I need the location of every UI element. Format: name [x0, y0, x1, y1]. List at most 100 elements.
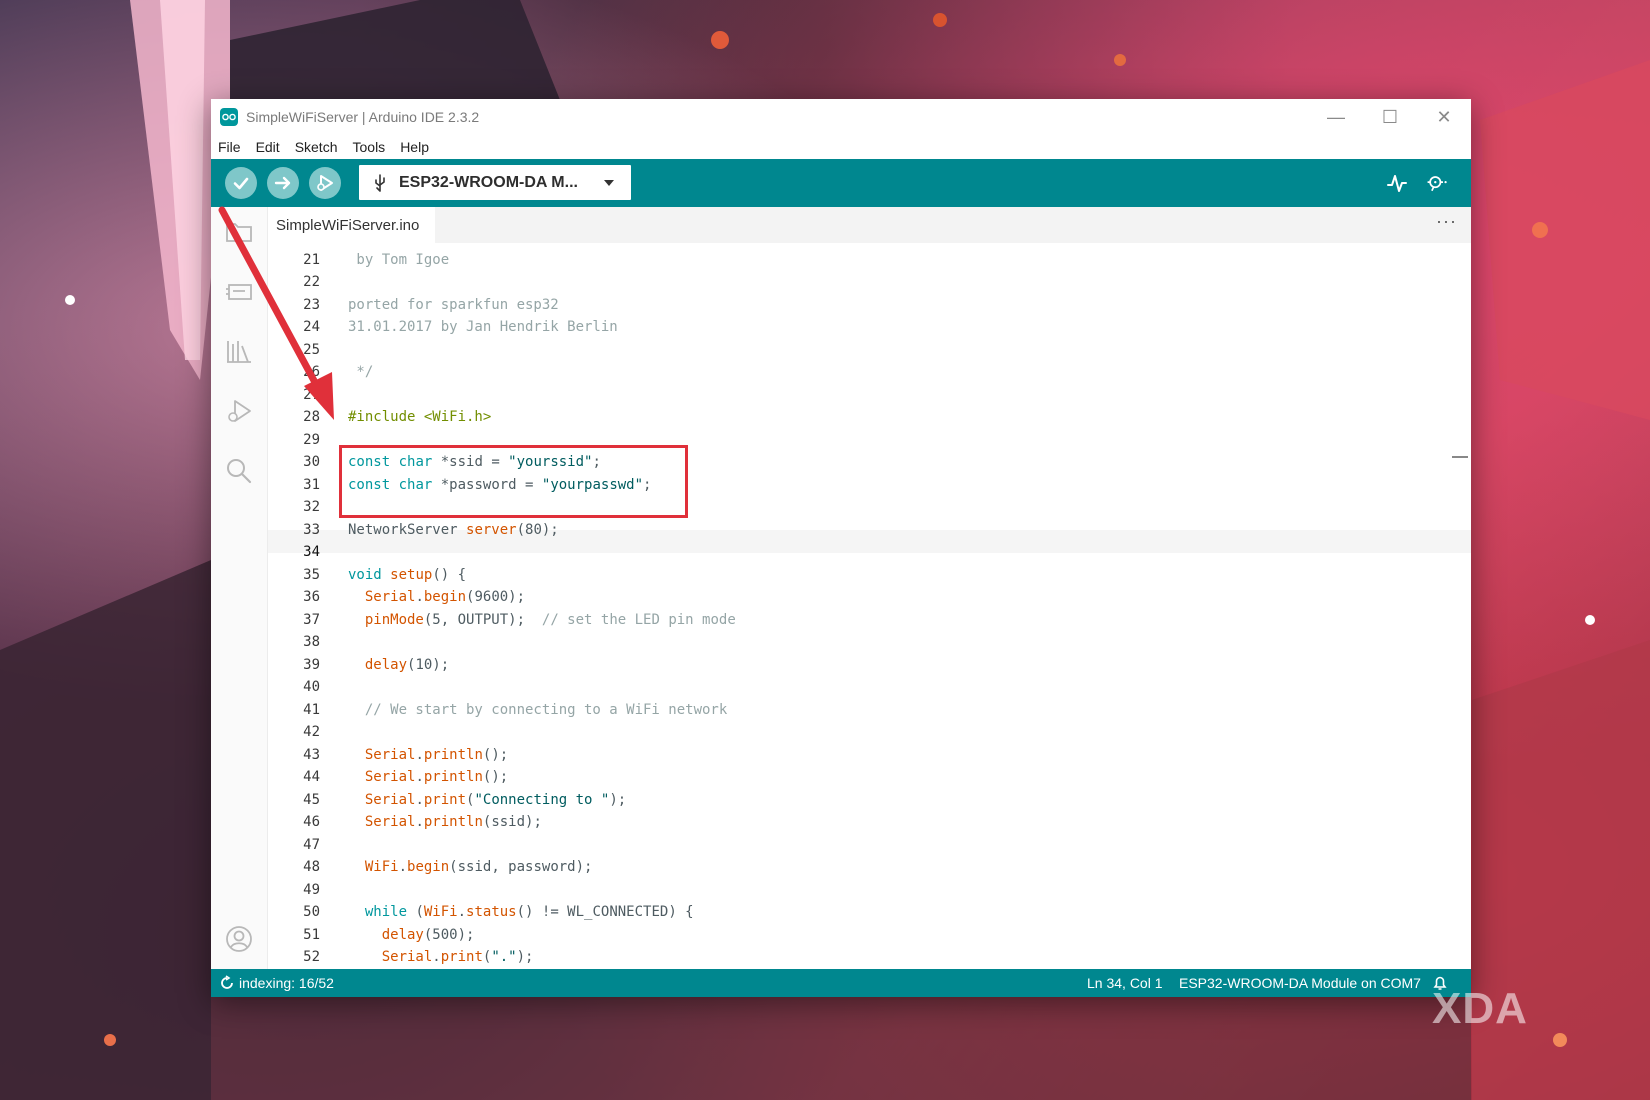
arduino-ide-window: SimpleWiFiServer | Arduino IDE 2.3.2 — ☐… — [211, 99, 1471, 997]
debug-icon — [317, 175, 333, 191]
line-number: 35 — [303, 566, 320, 583]
code-line[interactable]: // We start by connecting to a WiFi netw… — [348, 699, 727, 722]
watermark-text: XDA — [1432, 984, 1528, 1033]
library-icon — [227, 341, 251, 363]
arrow-right-icon — [274, 176, 291, 190]
line-number: 48 — [303, 859, 320, 875]
code-line[interactable]: void setup() { — [348, 564, 466, 587]
indexing-status: indexing: 16/52 — [239, 975, 334, 991]
line-number: 51 — [303, 926, 320, 943]
code-line[interactable]: 31.01.2017 by Jan Hendrik Berlin — [348, 316, 618, 339]
code-area[interactable]: created for arduino 25 Nov 2012 by Tom I… — [348, 243, 1468, 969]
line-number: 47 — [303, 836, 320, 853]
tab-simplewifiserver[interactable]: SimpleWiFiServer.ino — [268, 207, 436, 243]
code-line[interactable]: Serial.begin(9600); — [348, 586, 525, 609]
code-line[interactable]: ported for sparkfun esp32 — [348, 294, 559, 317]
line-number: 25 — [303, 341, 320, 358]
code-line[interactable]: Serial.println(); — [348, 766, 508, 789]
code-line[interactable]: #include <WiFi.h> — [348, 406, 491, 429]
sync-icon — [221, 975, 233, 989]
board-icon — [226, 284, 252, 300]
line-number: 37 — [303, 611, 320, 628]
code-line[interactable]: pinMode(5, OUTPUT); // set the LED pin m… — [348, 609, 736, 632]
menu-file[interactable]: File — [211, 139, 249, 155]
line-number: 21 — [303, 251, 320, 268]
line-number: 36 — [303, 589, 320, 605]
line-number: 43 — [303, 746, 320, 763]
serial-monitor-button[interactable] — [1425, 171, 1449, 195]
line-number: 29 — [303, 431, 320, 448]
search-button[interactable] — [225, 457, 253, 485]
menu-edit[interactable]: Edit — [249, 139, 288, 155]
line-number: 50 — [303, 904, 320, 920]
account-button[interactable] — [225, 925, 253, 953]
code-line[interactable]: by Tom Igoe — [348, 249, 449, 272]
tab-label: SimpleWiFiServer.ino — [276, 216, 420, 234]
debug-sidebar-button[interactable] — [225, 397, 253, 425]
menu-help[interactable]: Help — [393, 139, 437, 155]
code-line[interactable]: Serial.println(); — [348, 744, 508, 767]
line-number: 39 — [303, 656, 320, 673]
code-line[interactable]: WiFi.begin(ssid, password); — [348, 856, 593, 879]
pulse-icon — [1387, 175, 1407, 192]
menu-tools[interactable]: Tools — [346, 139, 394, 155]
line-number: 31 — [303, 476, 320, 493]
usb-icon — [375, 173, 385, 192]
arduino-logo-icon — [220, 108, 238, 126]
cursor-position[interactable]: Ln 34, Col 1 — [1087, 975, 1163, 991]
status-bar: indexing: 16/52 Ln 34, Col 1 ESP32-WROOM… — [211, 969, 1471, 997]
line-number: 26 — [303, 364, 320, 380]
check-icon — [233, 177, 249, 190]
upload-button[interactable] — [267, 167, 299, 199]
magnifier-dots-icon — [1427, 176, 1447, 192]
xda-watermark: XDA — [1432, 984, 1528, 1034]
board-label: ESP32-WROOM-DA M... — [399, 173, 578, 191]
scrollbar-thumb[interactable] — [1452, 456, 1468, 458]
sketchbook-button[interactable] — [225, 217, 253, 245]
menu-sketch[interactable]: Sketch — [288, 139, 346, 155]
highlight-box — [339, 445, 688, 518]
title-bar: SimpleWiFiServer | Arduino IDE 2.3.2 — ☐… — [211, 99, 1471, 135]
code-line[interactable]: delay(10); — [348, 654, 449, 677]
more-options-button[interactable]: ··· — [1436, 211, 1457, 232]
code-editor[interactable]: 2021222324252627282930313233343536373839… — [268, 243, 1471, 969]
activity-sidebar — [211, 207, 268, 969]
code-line[interactable]: */ — [348, 361, 373, 384]
line-number: 33 — [303, 521, 320, 538]
close-button[interactable]: ✕ — [1417, 99, 1471, 135]
verify-button[interactable] — [225, 167, 257, 199]
toolbar: ESP32-WROOM-DA M... — [211, 159, 1471, 207]
debug-button[interactable] — [309, 167, 341, 199]
code-line[interactable]: while (WiFi.status() != WL_CONNECTED) { — [348, 901, 694, 924]
line-number: 28 — [303, 409, 320, 425]
chevron-down-icon — [604, 180, 614, 186]
window-title: SimpleWiFiServer | Arduino IDE 2.3.2 — [246, 109, 480, 125]
line-number-gutter: 2021222324252627282930313233343536373839… — [268, 243, 332, 969]
line-number: 45 — [303, 791, 320, 808]
board-selector[interactable]: ESP32-WROOM-DA M... — [359, 165, 631, 200]
minimize-button[interactable]: — — [1309, 99, 1363, 135]
line-number: 41 — [303, 701, 320, 718]
line-number: 24 — [303, 319, 320, 335]
editor-tab-bar: SimpleWiFiServer.ino ··· — [268, 207, 1471, 243]
code-line[interactable]: Serial.println(ssid); — [348, 811, 542, 834]
board-port-status[interactable]: ESP32-WROOM-DA Module on COM7 — [1179, 975, 1421, 991]
code-line[interactable]: Serial.print("Connecting to "); — [348, 789, 626, 812]
maximize-button[interactable]: ☐ — [1363, 99, 1417, 135]
search-icon — [227, 459, 252, 484]
user-icon — [226, 926, 252, 952]
serial-plotter-button[interactable] — [1385, 171, 1409, 195]
code-line[interactable]: NetworkServer server(80); — [348, 519, 559, 542]
line-number: 52 — [303, 949, 320, 965]
line-number: 44 — [303, 769, 320, 785]
line-number: 40 — [303, 679, 320, 695]
line-number: 22 — [303, 274, 320, 290]
line-number: 42 — [303, 724, 320, 740]
line-number: 23 — [303, 296, 320, 313]
code-line[interactable]: delay(500); — [348, 924, 475, 947]
debug-icon — [228, 400, 251, 422]
boards-manager-button[interactable] — [225, 277, 253, 305]
library-manager-button[interactable] — [225, 337, 253, 365]
code-line[interactable]: Serial.print("."); — [348, 946, 534, 969]
line-number: 34 — [303, 544, 320, 560]
